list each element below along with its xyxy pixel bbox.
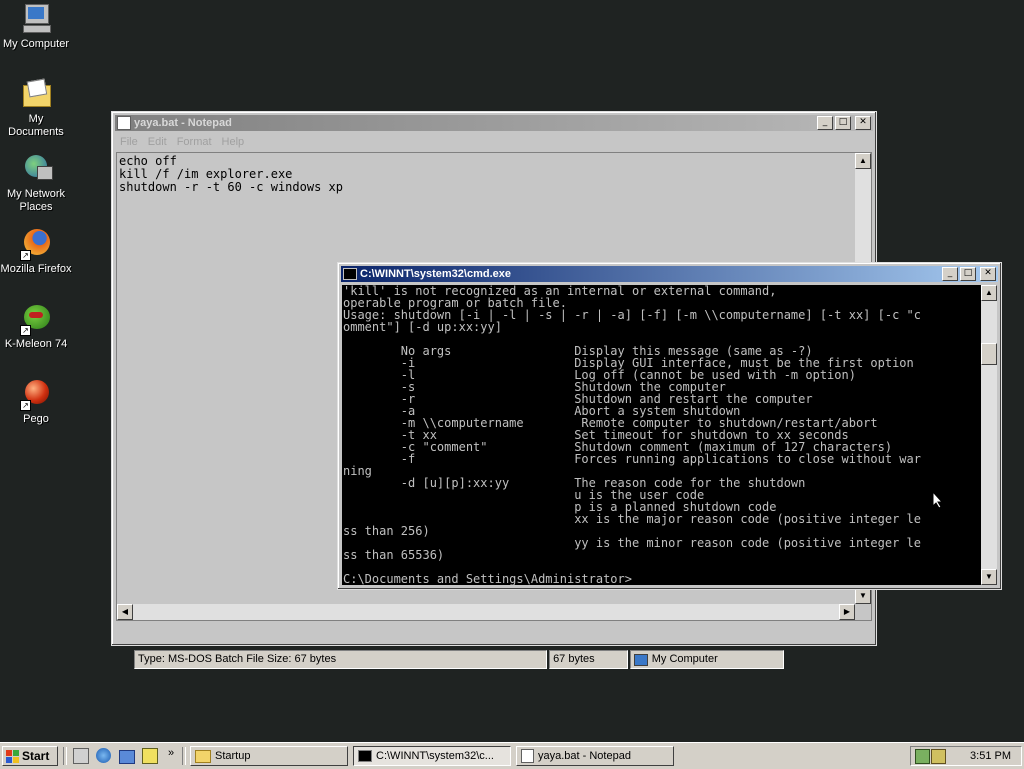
desktop-icon-my-computer[interactable]: My Computer	[0, 2, 72, 51]
console-output-area[interactable]: 'kill' is not recognized as an internal …	[342, 285, 981, 585]
scroll-down-button[interactable]: ▼	[855, 588, 871, 604]
shortcut-arrow-icon: ↗	[20, 250, 31, 261]
desktop-icon-label: Mozilla Firefox	[0, 263, 72, 275]
my-computer-icon	[19, 2, 53, 36]
folder-icon	[195, 749, 211, 763]
desktop-icon-label: My Network Places	[6, 188, 66, 213]
notepad-status-bar: Type: MS-DOS Batch File Size: 67 bytes 6…	[134, 650, 785, 669]
menu-format[interactable]: Format	[177, 134, 212, 151]
outlook-express-icon[interactable]	[119, 750, 135, 764]
shortcut-arrow-icon: ↗	[20, 325, 31, 336]
taskbar-separator	[182, 747, 186, 765]
desktop-icon-firefox[interactable]: ↗ Mozilla Firefox	[0, 227, 72, 276]
desktop-icon-my-documents[interactable]: My Documents	[0, 77, 72, 139]
volume-tray-icon[interactable]	[931, 749, 946, 764]
network-places-icon	[19, 152, 53, 186]
minimize-button[interactable]: _	[942, 267, 958, 281]
network-tray-icon[interactable]	[915, 749, 930, 764]
close-button[interactable]: ✕	[855, 116, 871, 130]
desktop-icon-label: My Documents	[8, 113, 64, 138]
taskbar-clock[interactable]: 3:51 PM	[970, 750, 1011, 762]
notepad-horizontal-scrollbar[interactable]: ◀ ▶	[117, 604, 855, 620]
menu-help[interactable]: Help	[222, 134, 245, 151]
pego-icon: ↗	[19, 377, 53, 411]
desktop-icon-k-meleon[interactable]: ↗ K-Meleon 74	[0, 302, 72, 351]
my-documents-icon	[19, 77, 53, 111]
firefox-icon: ↗	[19, 227, 53, 261]
taskbar-item-cmd[interactable]: C:\WINNT\system32\c...	[353, 746, 511, 766]
notepad-icon	[117, 116, 131, 130]
scroll-right-button[interactable]: ▶	[839, 604, 855, 620]
notepad-titlebar[interactable]: yaya.bat - Notepad _ □ ✕	[115, 115, 873, 131]
menu-bar: File Edit Format Help	[116, 134, 244, 151]
taskbar-item-label: C:\WINNT\system32\c...	[376, 750, 494, 762]
scroll-up-button[interactable]: ▲	[855, 153, 871, 169]
desktop-icon-label: My Computer	[2, 38, 70, 50]
taskbar: Start » Startup C:\WINNT\system32\c... y…	[0, 742, 1024, 769]
taskbar-item-startup[interactable]: Startup	[190, 746, 348, 766]
desktop-icon-label: K-Meleon 74	[4, 338, 68, 350]
my-computer-small-icon	[633, 653, 648, 666]
status-location: My Computer	[629, 650, 785, 669]
internet-explorer-icon[interactable]	[96, 748, 111, 763]
scroll-up-button[interactable]: ▲	[981, 285, 997, 301]
shortcut-arrow-icon: ↗	[20, 400, 31, 411]
minimize-button[interactable]: _	[817, 116, 833, 130]
taskbar-item-label: Startup	[215, 750, 251, 762]
search-icon[interactable]	[142, 748, 158, 764]
desktop-icon-pego[interactable]: ↗ Pego	[0, 377, 72, 426]
maximize-button[interactable]: □	[835, 116, 851, 130]
taskbar-item-label: yaya.bat - Notepad	[538, 750, 631, 762]
cmd-vertical-scrollbar[interactable]: ▲ ▼	[981, 285, 997, 585]
scroll-left-button[interactable]: ◀	[117, 604, 133, 620]
scroll-thumb[interactable]	[981, 343, 997, 365]
cmd-window[interactable]: C:\WINNT\system32\cmd.exe _ □ ✕ 'kill' i…	[337, 262, 1002, 590]
status-type-size: Type: MS-DOS Batch File Size: 67 bytes	[134, 650, 548, 669]
notepad-icon	[521, 749, 534, 763]
desktop-icon-network-places[interactable]: My Network Places	[0, 152, 72, 214]
start-label: Start	[22, 749, 50, 763]
scroll-down-button[interactable]: ▼	[981, 569, 997, 585]
window-title: yaya.bat - Notepad	[134, 117, 232, 129]
menu-file[interactable]: File	[120, 134, 138, 151]
taskbar-separator	[63, 747, 67, 765]
windows-logo-icon	[6, 749, 19, 763]
k-meleon-icon: ↗	[19, 302, 53, 336]
menu-edit[interactable]: Edit	[148, 134, 167, 151]
cmd-icon	[343, 268, 357, 280]
system-tray: 3:51 PM	[910, 746, 1022, 766]
close-button[interactable]: ✕	[980, 267, 996, 281]
cmd-icon	[358, 750, 372, 762]
mouse-cursor-icon	[932, 491, 944, 509]
quicklaunch-more-icon[interactable]: »	[168, 747, 174, 759]
cmd-titlebar[interactable]: C:\WINNT\system32\cmd.exe _ □ ✕	[341, 266, 998, 282]
status-location-label: My Computer	[651, 653, 718, 665]
desktop-icon-label: Pego	[23, 413, 49, 425]
start-button[interactable]: Start	[2, 746, 58, 766]
maximize-button[interactable]: □	[960, 267, 976, 281]
taskbar-item-notepad[interactable]: yaya.bat - Notepad	[516, 746, 674, 766]
status-size: 67 bytes	[549, 650, 628, 669]
window-title: C:\WINNT\system32\cmd.exe	[360, 268, 511, 280]
notepad-content[interactable]: echo off kill /f /im explorer.exe shutdo…	[119, 155, 343, 194]
console-text: 'kill' is not recognized as an internal …	[343, 285, 921, 585]
show-desktop-icon[interactable]	[73, 748, 89, 764]
